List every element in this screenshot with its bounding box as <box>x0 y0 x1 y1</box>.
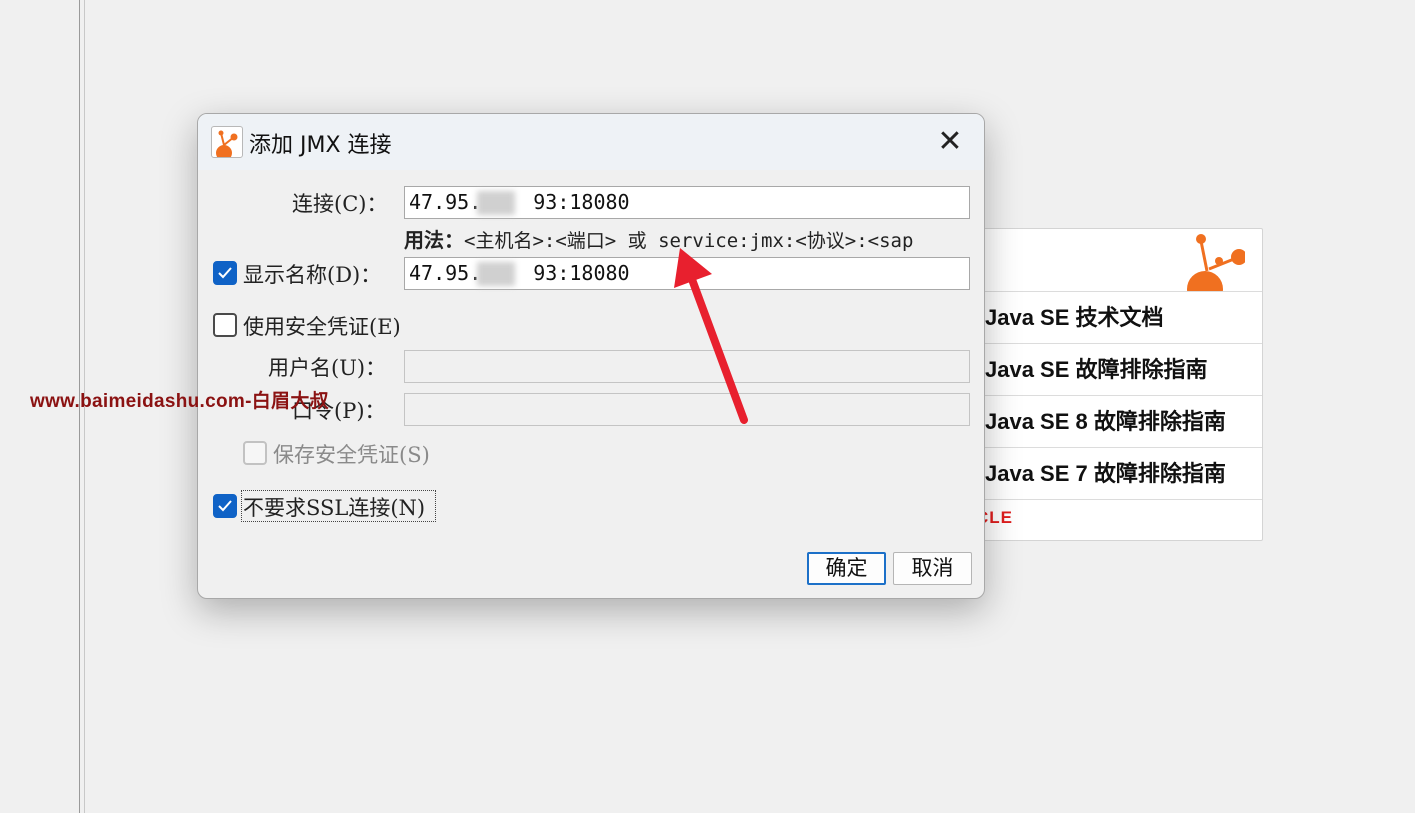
background-doc-panel: Java SE 技术文档 Java SE 故障排除指南 Java SE 8 故障… <box>940 228 1263 541</box>
watermark-text: www.baimeidashu.com-白眉大叔 <box>30 391 329 412</box>
display-name-value-prefix: 47.95. <box>409 261 482 285</box>
username-label: 用户名(U)： <box>268 356 387 380</box>
connection-value-suffix: 93:18080 <box>533 190 630 214</box>
usage-hint-label: 用法： <box>404 228 464 252</box>
close-icon[interactable]: ✕ <box>937 124 962 159</box>
add-jmx-connection-dialog: 添加 JMX 连接 ✕ 连接(C)： 47.95. 93:18080 用法：<主机… <box>197 113 985 599</box>
oracle-logo: CLE <box>941 500 1262 542</box>
redacted-ip-blur <box>477 262 515 286</box>
doc-link-troubleshooting-8[interactable]: Java SE 8 故障排除指南 <box>941 396 1262 448</box>
checkmark-icon <box>218 267 232 279</box>
close-button[interactable]: ✕ <box>928 124 972 162</box>
jconsole-logo-icon <box>1187 234 1245 291</box>
jconsole-app-icon <box>211 126 243 161</box>
connection-label: 连接(C)： <box>292 192 388 216</box>
no-ssl-checkbox[interactable] <box>213 494 237 518</box>
save-credentials-checkbox[interactable] <box>243 441 267 465</box>
connection-value-prefix: 47.95. <box>409 190 482 214</box>
panel-logo-row <box>941 229 1262 292</box>
use-credentials-checkbox[interactable] <box>213 313 237 337</box>
doc-link-troubleshooting[interactable]: Java SE 故障排除指南 <box>941 344 1262 396</box>
no-ssl-label: 不要求SSL连接(N) <box>243 496 426 520</box>
display-name-label: 显示名称(D)： <box>243 263 382 287</box>
dialog-title: 添加 JMX 连接 <box>249 133 392 158</box>
dialog-titlebar[interactable]: 添加 JMX 连接 ✕ <box>198 114 984 170</box>
redacted-ip-blur <box>477 191 515 215</box>
cancel-button[interactable]: 取消 <box>893 552 972 585</box>
use-credentials-label: 使用安全凭证(E) <box>243 315 401 339</box>
checkmark-icon <box>218 500 232 512</box>
annotation-arrow-icon <box>674 248 748 424</box>
doc-link-java-se-docs[interactable]: Java SE 技术文档 <box>941 292 1262 344</box>
display-name-value-suffix: 93:18080 <box>533 261 630 285</box>
save-credentials-label: 保存安全凭证(S) <box>273 443 430 467</box>
doc-link-troubleshooting-7[interactable]: Java SE 7 故障排除指南 <box>941 448 1262 500</box>
ok-button[interactable]: 确定 <box>807 552 886 585</box>
display-name-checkbox[interactable] <box>213 261 237 285</box>
